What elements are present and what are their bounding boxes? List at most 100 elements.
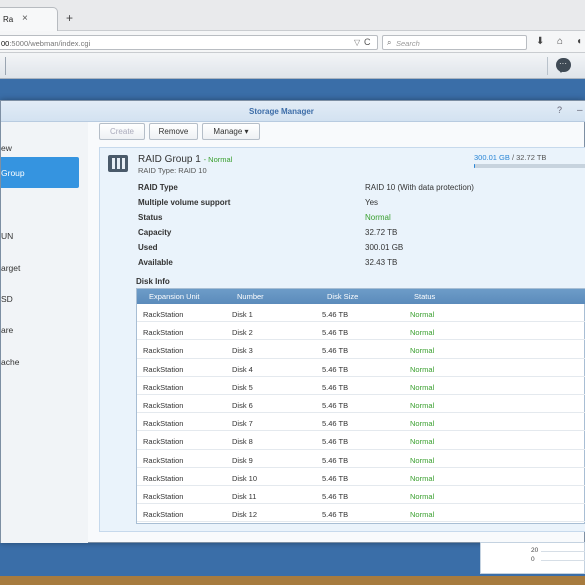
- sidebar-item-iscsi-target[interactable]: arget: [1, 252, 79, 283]
- cell-status: Normal: [410, 310, 435, 319]
- cell-status: Normal: [410, 364, 435, 374]
- taskbar-divider: [5, 57, 6, 75]
- cell-disk-size: 5.46 TB: [322, 419, 349, 429]
- minimize-icon[interactable]: –: [577, 105, 583, 116]
- column-header[interactable]: Status: [414, 292, 435, 301]
- dsm-taskbar: ···: [0, 53, 585, 79]
- url-bar[interactable]: 00:5000/webman/index.cgi ▽ C: [0, 35, 378, 50]
- table-row[interactable]: RackStation Disk 2 5.46 TB Normal: [137, 322, 585, 341]
- sidebar-item-label: Group: [1, 168, 25, 178]
- cell-disk-number: Disk 8: [232, 437, 253, 447]
- shield-icon[interactable]: ◖: [576, 36, 582, 47]
- cell-disk-number: Disk 5: [232, 382, 253, 392]
- cell-disk-size: 5.46 TB: [322, 382, 349, 392]
- search-icon: ⌕: [387, 38, 392, 47]
- help-icon[interactable]: ?: [557, 105, 562, 115]
- window-titlebar[interactable]: Storage Manager ? –: [1, 101, 585, 122]
- info-label: RAID Type: [138, 183, 178, 192]
- sidebar-item-label: arget: [1, 263, 21, 273]
- info-label: Status: [138, 213, 163, 222]
- sidebar-item-ssd-cache[interactable]: ache: [1, 346, 79, 377]
- tab-title: Ra: [3, 15, 14, 24]
- cell-expansion-unit: RackStation: [143, 382, 184, 392]
- url-dropdown-icon[interactable]: ▽: [354, 38, 360, 47]
- close-icon[interactable]: ×: [22, 13, 28, 24]
- cell-expansion-unit: RackStation: [143, 510, 184, 520]
- sidebar-item-label: ew: [1, 143, 12, 153]
- usage-used: 300.01 GB: [474, 153, 510, 162]
- usage-total: / 32.72 TB: [511, 153, 547, 162]
- cell-expansion-unit: RackStation: [143, 310, 184, 319]
- raid-subtitle: RAID Type: RAID 10: [138, 166, 207, 175]
- cell-status: Normal: [410, 328, 435, 338]
- manage-button[interactable]: Manage ▾: [202, 123, 260, 140]
- table-row[interactable]: RackStation Disk 10 5.46 TB Normal: [137, 468, 585, 486]
- disk-table[interactable]: Expansion Unit Number Disk Size Status R…: [136, 288, 585, 524]
- column-header[interactable]: Number: [237, 292, 264, 301]
- cell-disk-size: 5.46 TB: [322, 401, 349, 410]
- cell-disk-size: 5.46 TB: [322, 492, 349, 501]
- new-tab-button[interactable]: +: [66, 11, 73, 25]
- column-header[interactable]: Disk Size: [327, 292, 358, 301]
- sidebar-item-volume[interactable]: [1, 189, 79, 220]
- raid-name: RAID Group 1: [138, 154, 201, 165]
- cell-expansion-unit: RackStation: [143, 419, 184, 429]
- cell-status: Normal: [410, 419, 435, 429]
- table-row[interactable]: RackStation Disk 3 5.46 TB Normal: [137, 340, 585, 359]
- raid-group-icon: [108, 155, 128, 172]
- cell-disk-number: Disk 12: [232, 510, 258, 520]
- desktop-bottom-edge: [0, 576, 585, 585]
- cell-status: Normal: [410, 455, 435, 465]
- chat-icon[interactable]: ···: [556, 58, 571, 73]
- cell-disk-number: Disk 4: [232, 364, 253, 374]
- cell-disk-number: Disk 6: [232, 401, 253, 410]
- cell-expansion-unit: RackStation: [143, 401, 184, 410]
- info-label: Used: [138, 243, 158, 252]
- table-row[interactable]: RackStation Disk 9 5.46 TB Normal: [137, 450, 585, 468]
- sidebar-item-iscsi-lun[interactable]: UN: [1, 220, 79, 251]
- cell-expansion-unit: RackStation: [143, 455, 184, 465]
- cell-status: Normal: [410, 401, 435, 410]
- reload-icon[interactable]: C: [364, 37, 371, 47]
- cell-disk-size: 5.46 TB: [322, 473, 349, 483]
- status-badge: - Normal: [203, 155, 233, 164]
- home-icon[interactable]: ⌂: [557, 36, 563, 47]
- cell-status: Normal: [410, 473, 435, 483]
- table-row[interactable]: RackStation Disk 4 5.46 TB Normal: [137, 359, 585, 377]
- sidebar-item-raid-group[interactable]: Group: [1, 157, 79, 188]
- cell-disk-number: Disk 11: [232, 492, 257, 501]
- browser-tab[interactable]: Ra ×: [0, 7, 58, 31]
- search-placeholder: Search: [396, 39, 420, 48]
- table-row[interactable]: RackStation Disk 11 5.46 TB Normal: [137, 486, 585, 505]
- sidebar-item-hdd-ssd[interactable]: SD: [1, 283, 79, 314]
- info-value: 32.43 TB: [365, 258, 398, 267]
- table-row[interactable]: RackStation Disk 7 5.46 TB Normal: [137, 413, 585, 432]
- table-header: Expansion Unit Number Disk Size Status: [137, 289, 585, 304]
- table-row[interactable]: RackStation Disk 8 5.46 TB Normal: [137, 431, 585, 450]
- table-row[interactable]: RackStation Disk 1 5.46 TB Normal: [137, 304, 585, 323]
- create-button[interactable]: Create: [99, 123, 145, 140]
- cell-disk-number: Disk 3: [232, 346, 253, 356]
- table-row[interactable]: RackStation Disk 6 5.46 TB Normal: [137, 395, 585, 414]
- usage-bar-fill: [474, 164, 476, 168]
- table-row[interactable]: RackStation Disk 5 5.46 TB Normal: [137, 377, 585, 395]
- sidebar-item-label: are: [1, 325, 14, 335]
- download-icon[interactable]: ⬇: [536, 36, 544, 47]
- cell-expansion-unit: RackStation: [143, 473, 184, 483]
- raid-title: RAID Group 1 - Normal: [138, 154, 232, 165]
- table-row[interactable]: RackStation Disk 12 5.46 TB Normal: [137, 504, 585, 523]
- remove-button[interactable]: Remove: [149, 123, 198, 140]
- sidebar-item-label: SD: [1, 294, 13, 304]
- gridline: [541, 560, 585, 561]
- cell-disk-number: Disk 7: [232, 419, 253, 429]
- cell-status: Normal: [410, 382, 435, 392]
- resource-monitor-widget[interactable]: 20 0: [480, 542, 585, 574]
- cell-expansion-unit: RackStation: [143, 492, 184, 501]
- column-header[interactable]: Expansion Unit: [149, 292, 199, 301]
- cell-disk-size: 5.46 TB: [322, 364, 349, 374]
- info-label: Capacity: [138, 228, 172, 237]
- info-value: RAID 10 (With data protection): [365, 183, 474, 192]
- cell-expansion-unit: RackStation: [143, 437, 184, 447]
- search-input[interactable]: ⌕ Search: [382, 35, 527, 50]
- sidebar-item-hot-spare[interactable]: are: [1, 314, 79, 345]
